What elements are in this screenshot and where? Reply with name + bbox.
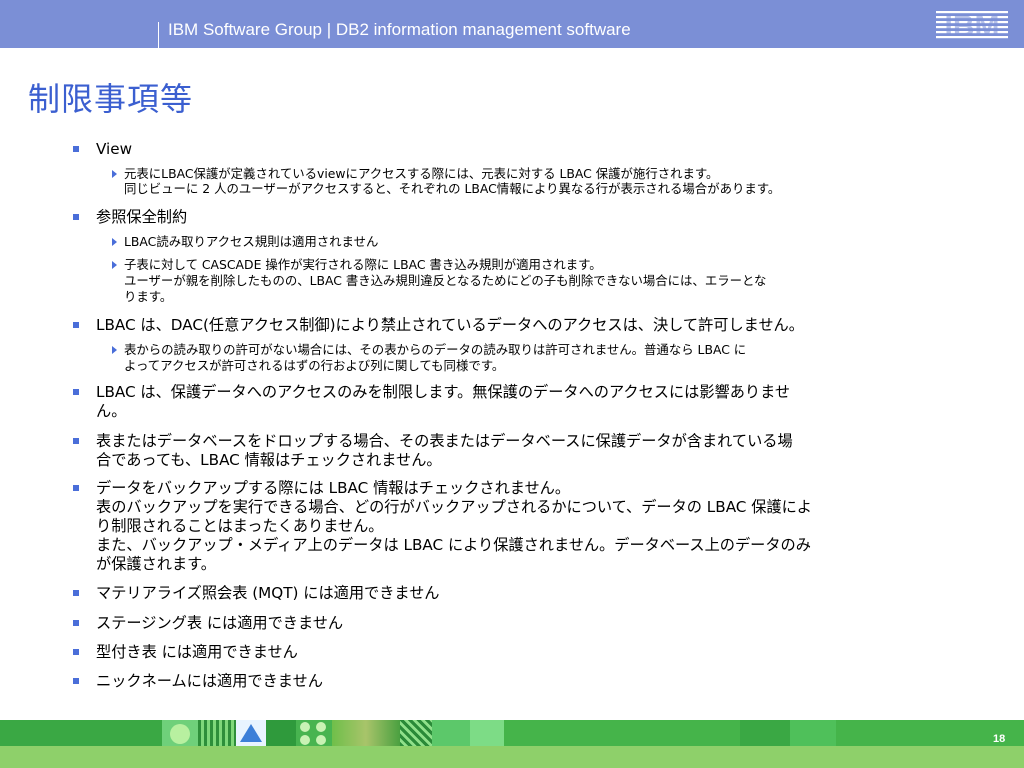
footer-decoration	[790, 720, 836, 746]
bullet-square-icon	[73, 146, 79, 152]
bullet-arrow-icon	[112, 346, 117, 354]
list-item: また、バックアップ・メディア上のデータは LBAC により保護されません。データ…	[96, 536, 811, 554]
header-bar: IBM Software Group | DB2 information man…	[0, 0, 1024, 48]
list-item: ん。	[96, 402, 127, 420]
circle-tile-icon	[170, 724, 190, 744]
bullet-square-icon	[73, 438, 79, 444]
list-item: 参照保全制約	[96, 208, 188, 226]
sub-list-item: ユーザーが親を削除したものの、LBAC 書き込み規則違反となるためにどの子も削除…	[124, 273, 767, 288]
dots-tile-icon	[296, 720, 332, 746]
sub-list-item: 同じビューに 2 人のユーザーがアクセスすると、それぞれの LBAC情報により異…	[124, 181, 781, 196]
list-item: 合であっても、LBAC 情報はチェックされません。	[96, 451, 442, 469]
footer-decoration	[332, 720, 400, 746]
list-item: データをバックアップする際には LBAC 情報はチェックされません。	[96, 479, 571, 497]
list-item: LBAC は、DAC(任意アクセス制御)により禁止されているデータへのアクセスは…	[96, 316, 804, 334]
list-item: マテリアライズ照会表 (MQT) には適用できません	[96, 584, 440, 602]
footer-strip	[0, 746, 1024, 768]
bullet-arrow-icon	[112, 261, 117, 269]
list-item: 型付き表 には適用できません	[96, 643, 298, 661]
sub-list-item: 元表にLBAC保護が定義されているviewにアクセスする際には、元表に対する L…	[124, 166, 719, 181]
bullet-arrow-icon	[112, 170, 117, 178]
sub-list-item: 表からの読み取りの許可がない場合には、その表からのデータの読み取りは許可されませ…	[124, 342, 747, 357]
svg-text:IBM: IBM	[945, 10, 1000, 41]
bullet-square-icon	[73, 322, 79, 328]
list-item: が保護されます。	[96, 555, 216, 573]
list-item: View	[96, 140, 133, 158]
footer-decoration	[470, 720, 504, 746]
sub-list-item: LBAC読み取りアクセス規則は適用されません	[124, 234, 379, 249]
page-number: 18	[993, 733, 1006, 745]
bullet-square-icon	[73, 214, 79, 220]
footer-decoration	[0, 720, 162, 746]
arrow-tile-icon	[236, 720, 266, 746]
header-title: IBM Software Group | DB2 information man…	[168, 20, 631, 39]
list-item: 表のバックアップを実行できる場合、どの行がバックアップされるかについて、データの…	[96, 498, 812, 516]
list-item: り制限されることはまったくありません。	[96, 517, 384, 535]
ibm-logo-icon: IBM	[936, 10, 1008, 41]
header-divider	[158, 22, 159, 48]
bullet-square-icon	[73, 649, 79, 655]
list-item: 表またはデータベースをドロップする場合、その表またはデータベースに保護データが含…	[96, 432, 793, 450]
bullet-square-icon	[73, 590, 79, 596]
footer-decoration	[266, 720, 296, 746]
page-title: 制限事項等	[28, 80, 194, 118]
footer-decoration	[432, 720, 470, 746]
sub-list-item: ります。	[124, 289, 173, 304]
sub-list-item: 子表に対して CASCADE 操作が実行される際に LBAC 書き込み規則が適用…	[124, 257, 602, 272]
list-item: ニックネームには適用できません	[96, 672, 323, 690]
sub-list-item: よってアクセスが許可されるはずの行および列に関しても同様です。	[124, 358, 505, 373]
footer-decoration	[740, 720, 790, 746]
list-item: ステージング表 には適用できません	[96, 614, 344, 632]
footer-decoration	[400, 720, 432, 746]
bullet-arrow-icon	[112, 238, 117, 246]
footer-decoration	[198, 720, 236, 746]
bullet-square-icon	[73, 620, 79, 626]
bullet-square-icon	[73, 485, 79, 491]
list-item: LBAC は、保護データへのアクセスのみを制限します。無保護のデータへのアクセス…	[96, 383, 791, 401]
bullet-square-icon	[73, 678, 79, 684]
bullet-square-icon	[73, 389, 79, 395]
